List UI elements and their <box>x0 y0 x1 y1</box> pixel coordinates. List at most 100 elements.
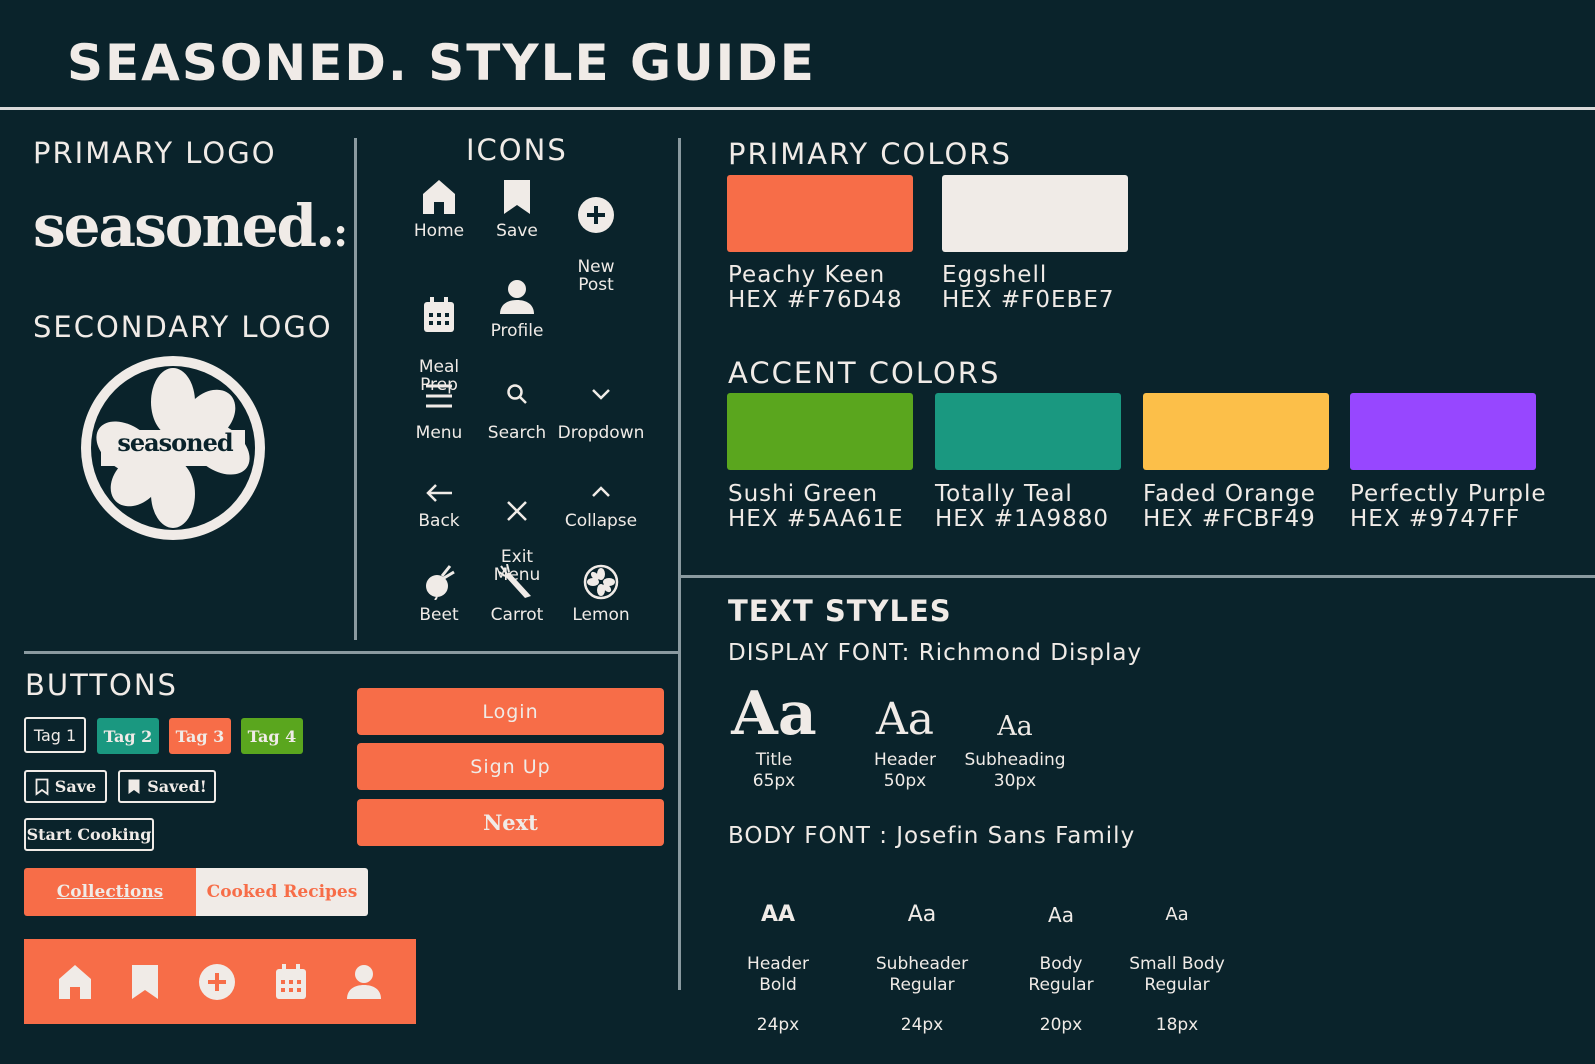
sample-glyph: Aa <box>731 679 817 749</box>
icon-tile-carrot: Carrot <box>472 564 562 624</box>
home-icon <box>423 180 455 214</box>
buttons-divider <box>24 651 680 654</box>
bookmark-icon[interactable] <box>130 963 160 1001</box>
logo-icons-divider <box>354 138 357 640</box>
icon-label: Menu <box>415 423 463 443</box>
saved-button-label: Saved! <box>147 777 207 796</box>
home-icon[interactable] <box>57 963 93 1001</box>
saved-button[interactable]: Saved! <box>118 770 216 803</box>
tag-3-button[interactable]: Tag 3 <box>169 718 231 754</box>
primary-logo-text: seasoned. <box>33 192 335 260</box>
next-button[interactable]: Next <box>357 799 664 846</box>
icon-tile-home: Home <box>394 178 484 240</box>
sample-glyph: Aa <box>907 902 937 927</box>
display-sample-title: Aa Title 65px <box>724 678 824 792</box>
bottom-nav-bar <box>24 939 416 1024</box>
calendar-icon[interactable] <box>274 963 308 1001</box>
sample-size: 30px <box>993 771 1037 791</box>
sample-glyph: Aa <box>1165 904 1189 925</box>
color-swatch-faded-orange <box>1143 393 1329 470</box>
lemon-icon <box>583 564 619 600</box>
body-sample-header-bold: AA Header Bold 24px <box>723 876 833 1055</box>
chevron-down-icon <box>592 389 610 400</box>
color-swatch-sushi-green <box>727 393 913 470</box>
sign-up-button[interactable]: Sign Up <box>357 743 664 790</box>
display-sample-subheading: Aa Subheading 30px <box>960 704 1070 792</box>
icon-label: Save <box>496 221 538 241</box>
icon-label: Beet <box>419 605 459 625</box>
tag-4-button[interactable]: Tag 4 <box>241 718 303 754</box>
collections-tab[interactable]: Collections <box>24 868 196 916</box>
display-font-label: DISPLAY FONT: Richmond Display <box>728 640 1143 666</box>
icon-tile-new-post: New Post <box>551 178 641 294</box>
calendar-icon <box>424 297 454 332</box>
chevron-up-icon <box>592 486 610 497</box>
body-sample-subheader: Aa Subheader Regular 24px <box>867 876 977 1055</box>
accent-colors-heading: ACCENT COLORS <box>728 356 1001 390</box>
hamburger-menu-icon <box>426 384 452 408</box>
color-swatch-eggshell <box>942 175 1128 252</box>
icon-tile-save: Save <box>472 178 562 240</box>
bookmark-outline-icon <box>35 778 49 796</box>
icons-heading: ICONS <box>466 133 568 167</box>
display-sample-header: Aa Header 50px <box>855 690 955 792</box>
color-name: Sushi Green <box>728 481 879 507</box>
icon-tile-dropdown: Dropdown <box>556 382 646 442</box>
color-swatch-perfectly-purple <box>1350 393 1536 470</box>
login-button[interactable]: Login <box>357 688 664 735</box>
start-cooking-button[interactable]: Start Cooking <box>24 818 154 851</box>
color-name: Eggshell <box>942 262 1048 288</box>
secondary-logo: seasoned <box>75 350 271 546</box>
icon-label: Back <box>418 511 460 531</box>
sample-size: 50px <box>883 771 927 791</box>
icon-label: Collapse <box>564 511 638 531</box>
color-label-eggshell: Eggshell HEX #F0EBE7 <box>942 263 1115 313</box>
sample-name: Small Body Regular <box>1129 954 1225 995</box>
color-label-peachy-keen: Peachy Keen HEX #F76D48 <box>728 263 903 313</box>
save-button[interactable]: Save <box>24 770 107 803</box>
icon-label: Lemon <box>572 605 630 625</box>
text-styles-heading: TEXT STYLES <box>728 594 952 628</box>
sample-glyph: Aa <box>1048 903 1074 927</box>
bookmark-icon <box>504 180 530 214</box>
icon-tile-profile: Profile <box>472 278 562 340</box>
sample-glyph: AA <box>760 902 796 927</box>
color-hex: HEX #9747FF <box>1350 506 1521 532</box>
body-sample-small-body: Aa Small Body Regular 18px <box>1117 876 1237 1055</box>
color-label-sushi-green: Sushi Green HEX #5AA61E <box>728 482 904 532</box>
color-label-totally-teal: Totally Teal HEX #1A9880 <box>935 482 1109 532</box>
close-icon <box>507 501 527 521</box>
color-swatch-peachy-keen <box>727 175 913 252</box>
color-hex: HEX #F0EBE7 <box>942 287 1115 313</box>
buttons-heading: BUTTONS <box>25 668 178 702</box>
color-hex: HEX #F76D48 <box>728 287 903 313</box>
sample-size: 24px <box>756 1015 800 1035</box>
cooked-recipes-tab[interactable]: Cooked Recipes <box>196 868 368 916</box>
tag-2-button[interactable]: Tag 2 <box>97 718 159 754</box>
plus-circle-icon[interactable] <box>198 963 236 1001</box>
sample-name: Header <box>874 750 936 770</box>
sample-name: Title <box>755 750 793 770</box>
icon-tile-meal-prep: Meal Prep <box>394 278 484 394</box>
tag-1-button[interactable]: Tag 1 <box>24 717 86 753</box>
icon-tile-menu: Menu <box>394 382 484 442</box>
user-icon[interactable] <box>345 963 383 1001</box>
color-name: Perfectly Purple <box>1350 481 1547 507</box>
color-name: Faded Orange <box>1143 481 1316 507</box>
color-hex: HEX #FCBF49 <box>1143 506 1316 532</box>
plus-circle-icon <box>578 197 614 233</box>
primary-logo-heading: PRIMARY LOGO <box>33 136 277 170</box>
icon-tile-beet: Beet <box>394 564 484 624</box>
sample-name: Header Bold <box>747 954 809 995</box>
icon-label: Home <box>413 221 465 241</box>
color-hex: HEX #5AA61E <box>728 506 904 532</box>
user-icon <box>500 280 534 314</box>
main-column-divider <box>678 138 681 990</box>
arrow-left-icon <box>426 484 452 502</box>
icon-label: New Post <box>577 257 615 295</box>
sample-name: Body Regular <box>1028 954 1094 995</box>
icon-label: Dropdown <box>557 423 645 443</box>
icon-label: Profile <box>490 321 544 341</box>
icon-label: Search <box>487 423 547 443</box>
color-name: Peachy Keen <box>728 262 886 288</box>
